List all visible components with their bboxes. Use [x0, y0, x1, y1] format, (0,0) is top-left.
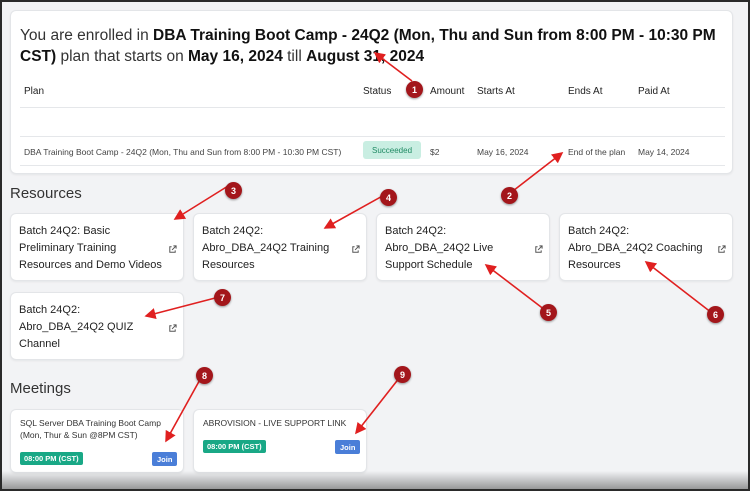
- annotation-marker-1: 1: [406, 81, 423, 98]
- external-link-icon: [169, 245, 177, 253]
- col-header-ends-at: Ends At: [568, 86, 603, 97]
- table-divider: [20, 136, 725, 137]
- resource-link[interactable]: Batch 24Q2: Abro_DBA_24Q2 Live Support S…: [385, 223, 533, 274]
- cell-amount: $2: [430, 147, 440, 157]
- resource-link[interactable]: Batch 24Q2: Abro_DBA_24Q2 QUIZ Channel: [19, 302, 167, 353]
- external-link-icon: [352, 245, 360, 253]
- status-badge: Succeeded: [363, 141, 421, 159]
- annotation-marker-3: 3: [225, 182, 242, 199]
- resource-card[interactable]: Batch 24Q2: Abro_DBA_24Q2 Live Support S…: [376, 213, 550, 281]
- meeting-time-badge: 08:00 PM (CST): [20, 452, 83, 465]
- enrollment-prefix: You are enrolled in: [20, 27, 149, 44]
- meeting-time-badge: 08:00 PM (CST): [203, 440, 266, 453]
- enrollment-card: You are enrolled in DBA Training Boot Ca…: [10, 10, 733, 174]
- table-divider: [20, 107, 725, 108]
- annotation-marker-8: 8: [196, 367, 213, 384]
- resource-card[interactable]: Batch 24Q2: Abro_DBA_24Q2 QUIZ Channel: [10, 292, 184, 360]
- annotation-marker-9: 9: [394, 366, 411, 383]
- annotation-marker-2: 2: [501, 187, 518, 204]
- meeting-title: ABROVISION - LIVE SUPPORT LINK: [203, 418, 347, 428]
- annotation-marker-5: 5: [540, 304, 557, 321]
- col-header-amount: Amount: [430, 86, 465, 97]
- col-header-plan: Plan: [24, 86, 45, 97]
- resource-link[interactable]: Batch 24Q2: Basic Preliminary Training R…: [19, 223, 167, 274]
- cell-paid-at: May 14, 2024: [638, 147, 690, 157]
- annotation-marker-6: 6: [707, 306, 724, 323]
- enrollment-till: till: [287, 48, 302, 65]
- col-header-paid-at: Paid At: [638, 86, 670, 97]
- enrollment-start-date: May 16, 2024: [188, 48, 283, 65]
- resources-heading: Resources: [10, 185, 82, 202]
- cell-ends-at: End of the plan: [568, 147, 626, 157]
- enrollment-mid: plan that starts on: [60, 48, 184, 65]
- col-header-status: Status: [363, 86, 392, 97]
- cell-plan: DBA Training Boot Camp - 24Q2 (Mon, Thu …: [24, 147, 342, 157]
- meeting-card: ABROVISION - LIVE SUPPORT LINK 08:00 PM …: [193, 409, 367, 473]
- bottom-shadow: [0, 471, 750, 491]
- cell-starts-at: May 16, 2024: [477, 147, 529, 157]
- table-divider: [20, 165, 725, 166]
- join-button[interactable]: Join: [335, 440, 361, 454]
- enrollment-summary: You are enrolled in DBA Training Boot Ca…: [20, 25, 720, 67]
- annotation-marker-7: 7: [214, 289, 231, 306]
- meetings-heading: Meetings: [10, 380, 71, 397]
- col-header-starts-at: Starts At: [477, 86, 515, 97]
- meeting-card: SQL Server DBA Training Boot Camp (Mon, …: [10, 409, 184, 473]
- meeting-title: SQL Server DBA Training Boot Camp (Mon, …: [20, 418, 161, 440]
- resource-link[interactable]: Batch 24Q2: Abro_DBA_24Q2 Coaching Resou…: [568, 223, 716, 274]
- resource-card[interactable]: Batch 24Q2: Abro_DBA_24Q2 Training Resou…: [193, 213, 367, 281]
- external-link-icon: [718, 245, 726, 253]
- enrollment-end-date: August 31, 2024: [306, 48, 425, 65]
- external-link-icon: [169, 324, 177, 332]
- resource-card[interactable]: Batch 24Q2: Abro_DBA_24Q2 Coaching Resou…: [559, 213, 733, 281]
- resource-card[interactable]: Batch 24Q2: Basic Preliminary Training R…: [10, 213, 184, 281]
- resource-link[interactable]: Batch 24Q2: Abro_DBA_24Q2 Training Resou…: [202, 223, 350, 274]
- annotation-marker-4: 4: [380, 189, 397, 206]
- external-link-icon: [535, 245, 543, 253]
- join-button[interactable]: Join: [152, 452, 178, 466]
